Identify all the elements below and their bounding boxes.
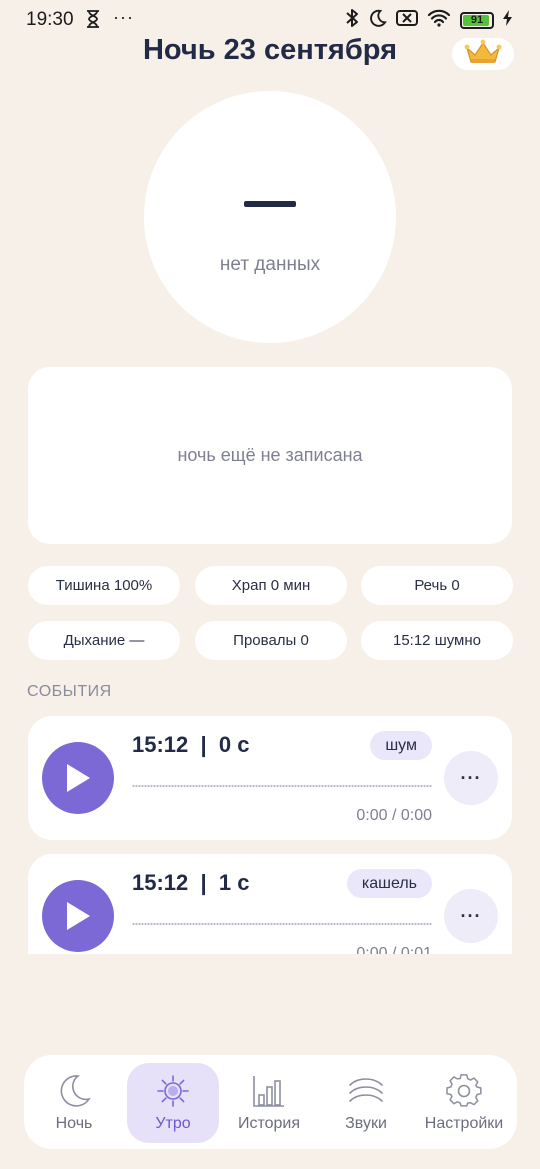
event-duration: 0:00 / 0:01 — [356, 945, 432, 954]
waveform[interactable] — [132, 922, 432, 926]
event-time: 15:12 | 0 с — [132, 732, 250, 757]
stat-chip-breathing: Дыхание — — [28, 621, 180, 660]
sleep-score-circle: — нет данных — [144, 91, 396, 343]
more-options-button[interactable]: ··· — [444, 751, 498, 805]
nav-item-night[interactable]: Ночь — [28, 1063, 120, 1143]
events-list[interactable]: 15:12 | 0 с шум 0:00 / 0:00 ··· 15:12 | … — [0, 716, 540, 954]
stat-chip-snore: Храп 0 мин — [195, 566, 347, 605]
hourglass-icon — [86, 10, 100, 33]
app-screen: 19:30 ··· 91 Ночь 23 сентября нет данных… — [0, 0, 540, 1169]
score-label: нет данных — [219, 254, 321, 275]
battery-icon: 91 — [460, 12, 494, 29]
status-time: 19:30 — [26, 9, 74, 30]
sun-icon — [155, 1073, 191, 1109]
event-card: 15:12 | 1 с кашель 0:00 / 0:01 ··· — [28, 854, 512, 954]
events-section-label: СОБЫТИЯ — [27, 683, 112, 700]
play-icon — [67, 902, 90, 930]
bottom-navigation: Ночь Утро История Звуки Настройки — [24, 1055, 517, 1149]
summary-text: ночь ещё не записана — [177, 445, 363, 465]
do-not-disturb-moon-icon — [368, 9, 387, 33]
night-summary-card: ночь ещё не записана — [28, 367, 512, 544]
play-button[interactable] — [42, 742, 114, 814]
nav-item-sounds[interactable]: Звуки — [320, 1063, 412, 1143]
wifi-icon — [427, 9, 451, 32]
bluetooth-icon — [345, 8, 359, 33]
gear-icon — [446, 1073, 482, 1109]
waves-icon — [347, 1073, 385, 1109]
play-button[interactable] — [42, 880, 114, 952]
nav-label: История — [237, 1115, 301, 1132]
charging-icon — [503, 10, 512, 31]
no-sim-icon — [396, 9, 418, 32]
more-options-button[interactable]: ··· — [444, 889, 498, 943]
nav-item-history[interactable]: История — [223, 1063, 315, 1143]
nav-item-morning[interactable]: Утро — [127, 1063, 219, 1143]
event-duration: 0:00 / 0:00 — [356, 807, 432, 824]
crown-icon — [464, 39, 502, 70]
more-dots-icon: ··· — [460, 905, 482, 926]
event-tag: кашель — [346, 869, 432, 898]
nav-label: Звуки — [345, 1115, 387, 1132]
event-tag: шум — [370, 731, 432, 760]
event-time: 15:12 | 1 с — [132, 870, 250, 895]
event-card: 15:12 | 0 с шум 0:00 / 0:00 ··· — [28, 716, 512, 840]
nav-label: Утро — [155, 1115, 191, 1132]
stat-chip-silence: Тишина 100% — [28, 566, 180, 605]
score-value — [244, 201, 296, 207]
premium-button[interactable] — [452, 38, 514, 70]
bar-chart-icon — [251, 1073, 287, 1109]
nav-item-settings[interactable]: Настройки — [418, 1063, 510, 1143]
nav-label: Настройки — [424, 1115, 504, 1132]
battery-level: 91 — [470, 14, 484, 26]
nav-label: Ночь — [55, 1115, 93, 1132]
stat-chip-speech: Речь 0 — [361, 566, 513, 605]
stat-chip-gaps: Провалы 0 — [195, 621, 347, 660]
play-icon — [67, 764, 90, 792]
stat-chip-noisy-time: 15:12 шумно — [361, 621, 513, 660]
status-icons: 91 — [345, 8, 512, 33]
waveform[interactable] — [132, 784, 432, 788]
more-notifications-icon: ··· — [113, 7, 134, 27]
moon-icon — [56, 1073, 92, 1109]
more-dots-icon: ··· — [460, 767, 482, 788]
